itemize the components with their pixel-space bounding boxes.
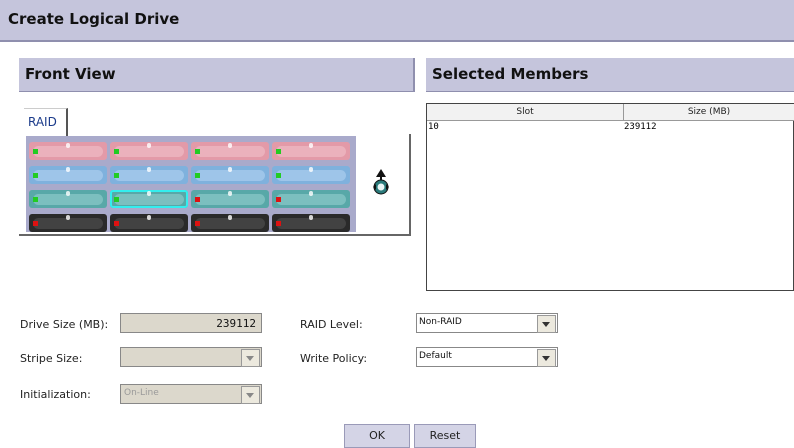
drive-bay[interactable] [110, 214, 188, 232]
title-bar: Create Logical Drive [0, 0, 794, 42]
initialization-value: On-Line [124, 388, 159, 398]
drive-latch [147, 167, 151, 172]
selected-members-header: Selected Members [426, 58, 794, 92]
drive-status-led [33, 173, 38, 178]
table-cell-slot[interactable]: 10 [428, 122, 439, 132]
drive-size-label: Drive Size (MB): [20, 318, 109, 331]
drive-bay[interactable] [110, 190, 188, 208]
raid-level-select[interactable]: Non-RAID [416, 313, 558, 333]
drive-status-led [276, 221, 281, 226]
drive-status-led [195, 149, 200, 154]
drive-bay[interactable] [191, 190, 269, 208]
drive-latch [228, 167, 232, 172]
drive-status-led [114, 149, 119, 154]
drive-status-led [195, 173, 200, 178]
selected-members-table: Slot Size (MB) 10 239112 [426, 103, 794, 291]
write-policy-dropdown-icon[interactable] [537, 349, 556, 367]
drive-latch [147, 191, 151, 196]
front-view-header: Front View [19, 58, 415, 92]
drive-bay[interactable] [110, 166, 188, 184]
drive-bay[interactable] [272, 190, 350, 208]
drive-bay[interactable] [272, 142, 350, 160]
drive-bay[interactable] [29, 190, 107, 208]
drive-bay[interactable] [191, 214, 269, 232]
drive-latch [228, 215, 232, 220]
drive-bay[interactable] [110, 142, 188, 160]
drive-bay[interactable] [29, 142, 107, 160]
locate-enclosure-icon[interactable] [370, 168, 392, 198]
drive-bay[interactable] [191, 142, 269, 160]
stripe-size-label: Stripe Size: [20, 352, 83, 365]
drive-size-value: 239112 [216, 317, 256, 330]
ok-button[interactable]: OK [344, 424, 410, 448]
column-header-slot[interactable]: Slot [427, 104, 624, 121]
drive-status-led [276, 149, 281, 154]
drive-latch [66, 143, 70, 148]
drive-bay[interactable] [191, 166, 269, 184]
drive-bay[interactable] [29, 166, 107, 184]
drive-bay[interactable] [29, 214, 107, 232]
drive-latch [309, 143, 313, 148]
drive-latch [309, 215, 313, 220]
drive-status-led [114, 221, 119, 226]
write-policy-value: Default [419, 351, 452, 361]
drive-latch [66, 215, 70, 220]
drive-status-led [195, 197, 200, 202]
drive-status-led [33, 221, 38, 226]
drive-bay[interactable] [272, 214, 350, 232]
drive-latch [228, 143, 232, 148]
drive-status-led [195, 221, 200, 226]
drive-size-field[interactable]: 239112 [120, 313, 262, 333]
stripe-size-dropdown-icon[interactable] [241, 349, 260, 367]
drive-latch [66, 191, 70, 196]
drive-latch [309, 191, 313, 196]
drive-status-led [114, 173, 119, 178]
table-cell-size[interactable]: 239112 [624, 122, 657, 132]
initialization-label: Initialization: [20, 388, 91, 401]
raid-level-dropdown-icon[interactable] [537, 315, 556, 333]
front-view-title: Front View [25, 65, 116, 83]
tab-raid-label: RAID [28, 115, 57, 129]
drive-latch [147, 215, 151, 220]
drive-latch [147, 143, 151, 148]
drive-latch [66, 167, 70, 172]
column-header-size[interactable]: Size (MB) [624, 104, 794, 121]
drive-status-led [33, 197, 38, 202]
enclosure-front-view [26, 136, 356, 232]
drive-status-led [276, 197, 281, 202]
raid-level-value: Non-RAID [419, 317, 462, 327]
selected-members-title: Selected Members [432, 65, 589, 83]
reset-button[interactable]: Reset [414, 424, 476, 448]
page-title: Create Logical Drive [8, 10, 180, 28]
drive-status-led [33, 149, 38, 154]
write-policy-select[interactable]: Default [416, 347, 558, 367]
tab-raid[interactable]: RAID [24, 108, 68, 136]
initialization-select[interactable]: On-Line [120, 384, 262, 404]
drive-status-led [114, 197, 119, 202]
drive-latch [309, 167, 313, 172]
drive-bay[interactable] [272, 166, 350, 184]
drive-status-led [276, 173, 281, 178]
stripe-size-select[interactable] [120, 347, 262, 367]
raid-level-label: RAID Level: [300, 318, 363, 331]
write-policy-label: Write Policy: [300, 352, 368, 365]
drive-latch [228, 191, 232, 196]
initialization-dropdown-icon[interactable] [241, 386, 260, 404]
